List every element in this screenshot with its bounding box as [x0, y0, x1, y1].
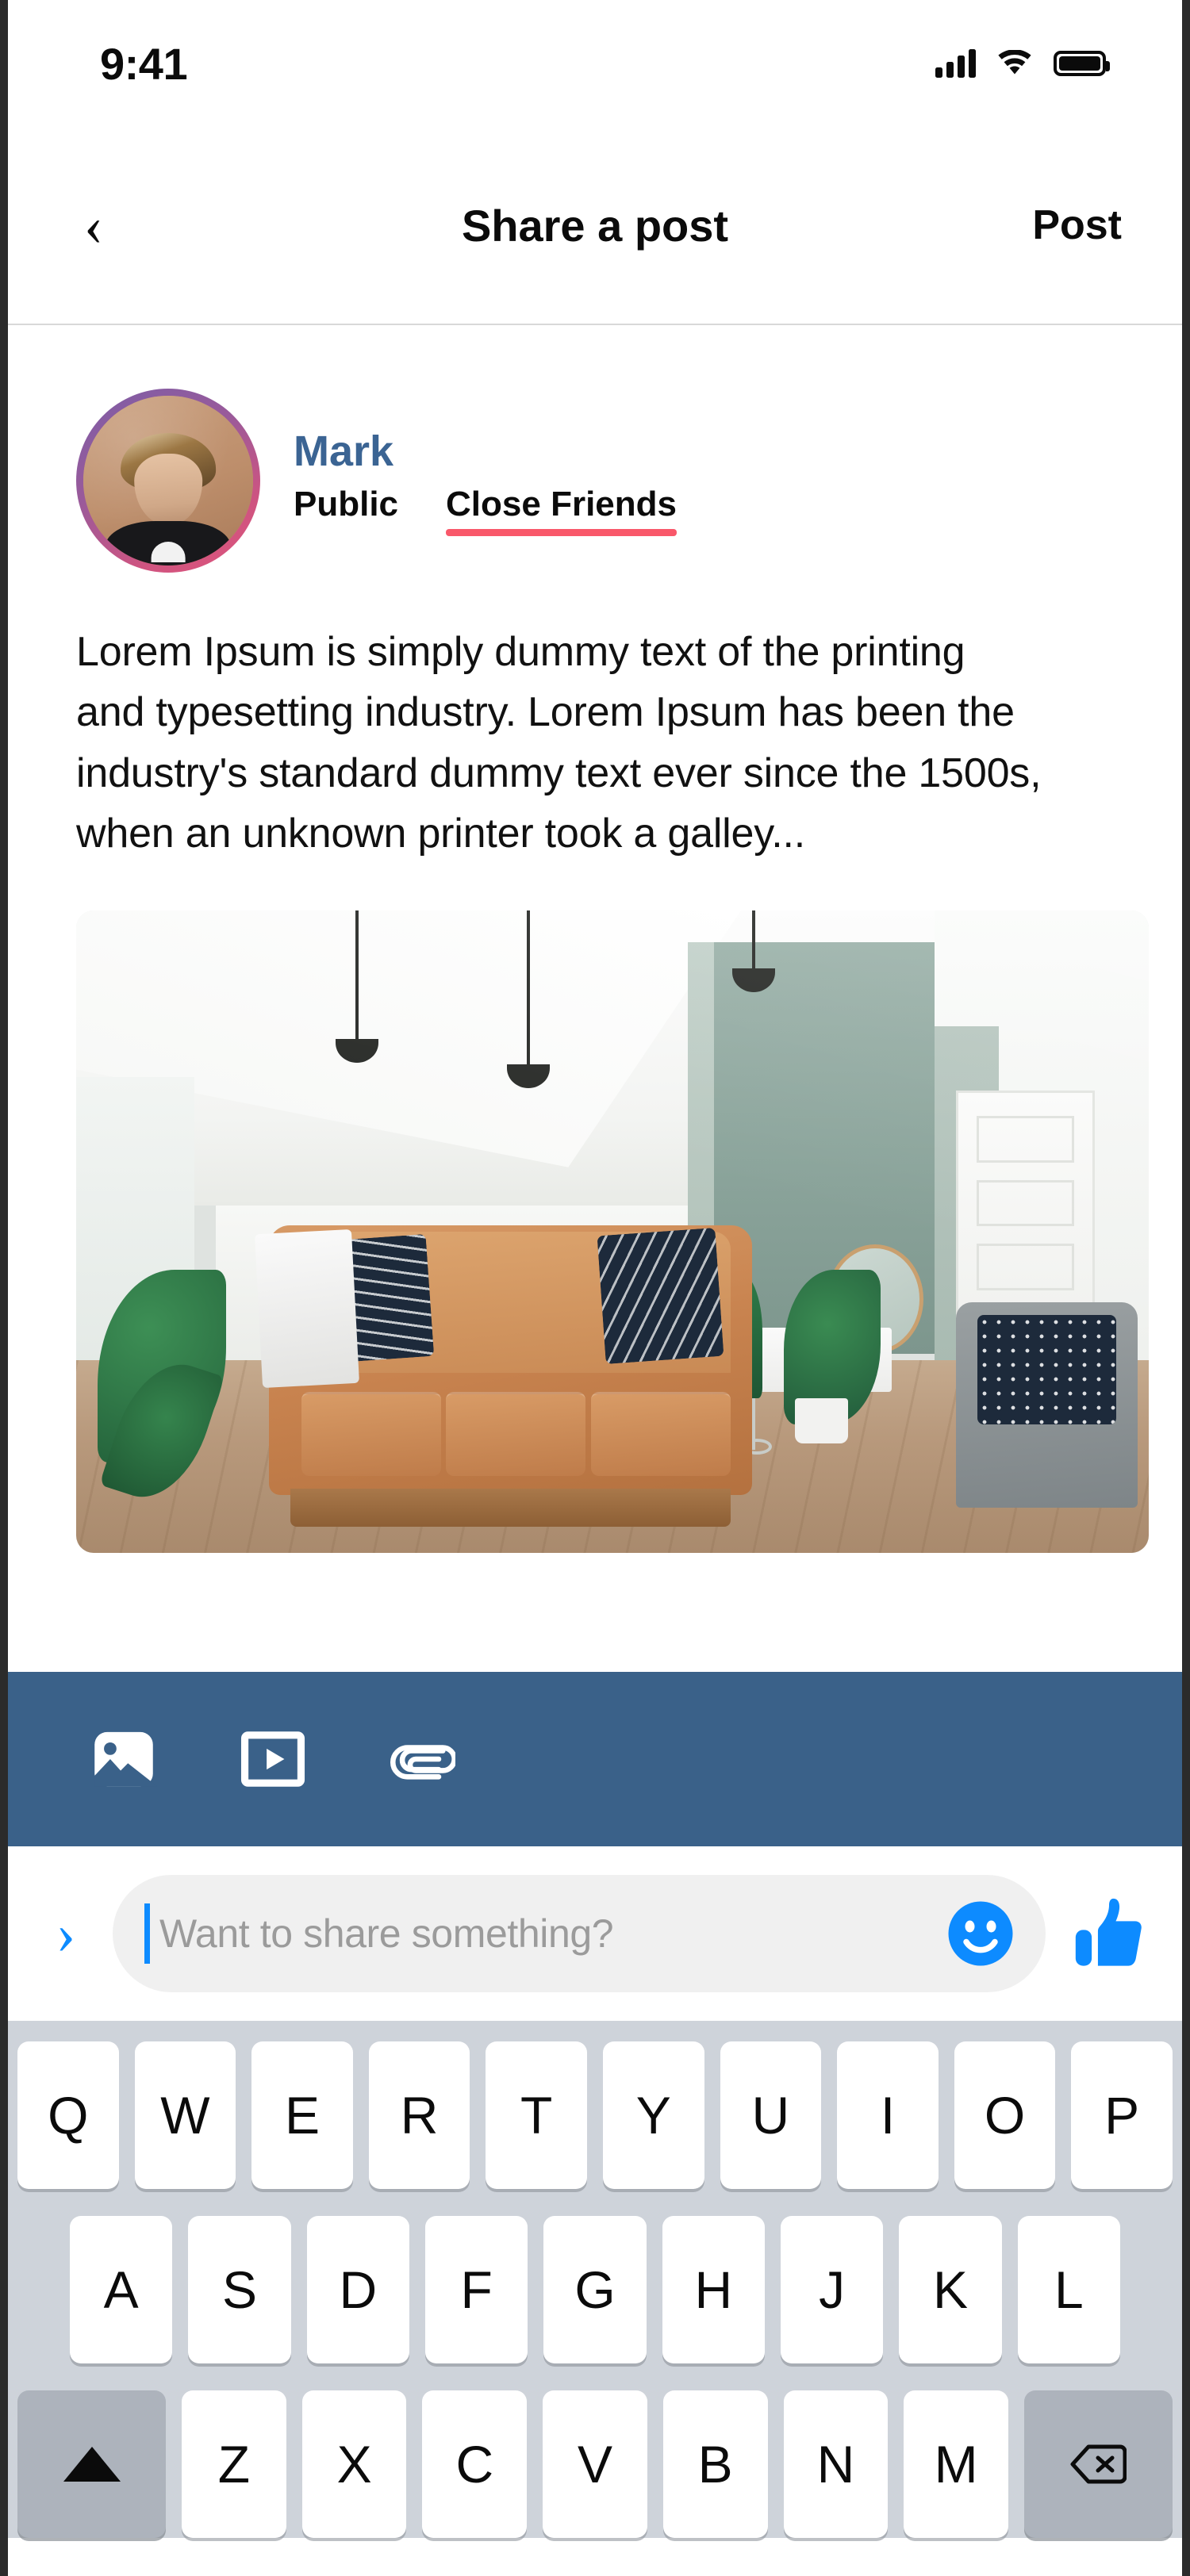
shift-key[interactable]	[17, 2390, 167, 2538]
user-name: Mark	[294, 427, 394, 475]
status-time: 9:41	[100, 38, 188, 89]
key-y[interactable]: Y	[603, 2041, 704, 2189]
key-k[interactable]: K	[899, 2215, 1002, 2363]
text-cursor	[144, 1903, 150, 1964]
video-button[interactable]	[240, 1726, 306, 1792]
backspace-key[interactable]	[1023, 2390, 1173, 2538]
key-b[interactable]: B	[662, 2390, 768, 2538]
key-e[interactable]: E	[251, 2041, 353, 2189]
key-q[interactable]: Q	[17, 2041, 119, 2189]
key-d[interactable]: D	[306, 2215, 409, 2363]
key-f[interactable]: F	[425, 2215, 528, 2363]
thumbs-up-icon	[1075, 1898, 1142, 1966]
audience-option-public[interactable]: Public	[294, 485, 398, 523]
key-s[interactable]: S	[188, 2215, 291, 2363]
key-v[interactable]: V	[543, 2390, 647, 2538]
audience-option-close-friends[interactable]: Close Friends	[446, 485, 677, 537]
keyboard-row-3: Z X C V B N M	[8, 2390, 1182, 2538]
photo-button[interactable]	[90, 1726, 157, 1792]
audience-selector: Public Close Friends	[294, 485, 677, 537]
key-i[interactable]: I	[837, 2041, 939, 2189]
key-l[interactable]: L	[1017, 2215, 1120, 2363]
key-a[interactable]: A	[70, 2215, 173, 2363]
avatar-image	[83, 396, 253, 565]
user-meta: Mark Public Close Friends	[294, 425, 677, 537]
key-p[interactable]: P	[1071, 2041, 1173, 2189]
phone-screen: 9:41 ‹ Share a post Post Mark Public Clo…	[0, 0, 1190, 2576]
attachment-icon	[390, 1745, 455, 1780]
key-n[interactable]: N	[783, 2390, 889, 2538]
composer: Mark Public Close Friends Lorem Ipsum is…	[8, 325, 1182, 1672]
key-t[interactable]: T	[486, 2041, 587, 2189]
back-button[interactable]: ‹	[84, 197, 155, 254]
cellular-signal-icon	[935, 49, 976, 78]
nav-bar: ‹ Share a post Post	[8, 127, 1182, 325]
emoji-button[interactable]	[942, 1896, 1019, 1972]
share-input-placeholder: Want to share something?	[159, 1911, 614, 1956]
post-button[interactable]: Post	[1032, 201, 1122, 249]
key-r[interactable]: R	[368, 2041, 470, 2189]
post-text[interactable]: Lorem Ipsum is simply dummy text of the …	[76, 622, 1044, 864]
smiley-icon	[948, 1901, 1013, 1966]
attached-photo[interactable]	[76, 910, 1149, 1553]
keyboard-row-1: Q W E R T Y U I O P	[8, 2041, 1182, 2189]
shift-icon	[63, 2446, 121, 2482]
key-u[interactable]: U	[720, 2041, 822, 2189]
key-g[interactable]: G	[543, 2215, 647, 2363]
on-screen-keyboard: Q W E R T Y U I O P A S D F G H J K L Z	[8, 2020, 1182, 2538]
key-z[interactable]: Z	[182, 2390, 286, 2538]
media-toolbar	[8, 1671, 1182, 1846]
key-o[interactable]: O	[954, 2041, 1056, 2189]
attachment-button[interactable]	[389, 1726, 455, 1792]
page-title: Share a post	[461, 200, 729, 251]
photo-icon	[94, 1731, 157, 1786]
like-button[interactable]	[1069, 1894, 1149, 1973]
share-input-field[interactable]: Want to share something?	[113, 1874, 1046, 1992]
keyboard-row-2: A S D F G H J K L	[8, 2215, 1182, 2363]
send-button[interactable]: ›	[35, 1904, 97, 1963]
wifi-icon	[998, 50, 1031, 75]
key-j[interactable]: J	[780, 2215, 884, 2363]
status-bar: 9:41	[8, 0, 1182, 127]
battery-icon	[1054, 51, 1110, 76]
user-row: Mark Public Close Friends	[76, 389, 1114, 573]
key-w[interactable]: W	[134, 2041, 236, 2189]
key-h[interactable]: H	[662, 2215, 765, 2363]
avatar[interactable]	[76, 389, 260, 573]
key-m[interactable]: M	[904, 2390, 1008, 2538]
message-input-bar: › Want to share something?	[8, 1846, 1182, 2021]
backspace-icon	[1070, 2444, 1127, 2484]
key-c[interactable]: C	[422, 2390, 528, 2538]
status-icons	[935, 49, 1110, 78]
key-x[interactable]: X	[301, 2390, 407, 2538]
video-icon	[240, 1731, 305, 1787]
